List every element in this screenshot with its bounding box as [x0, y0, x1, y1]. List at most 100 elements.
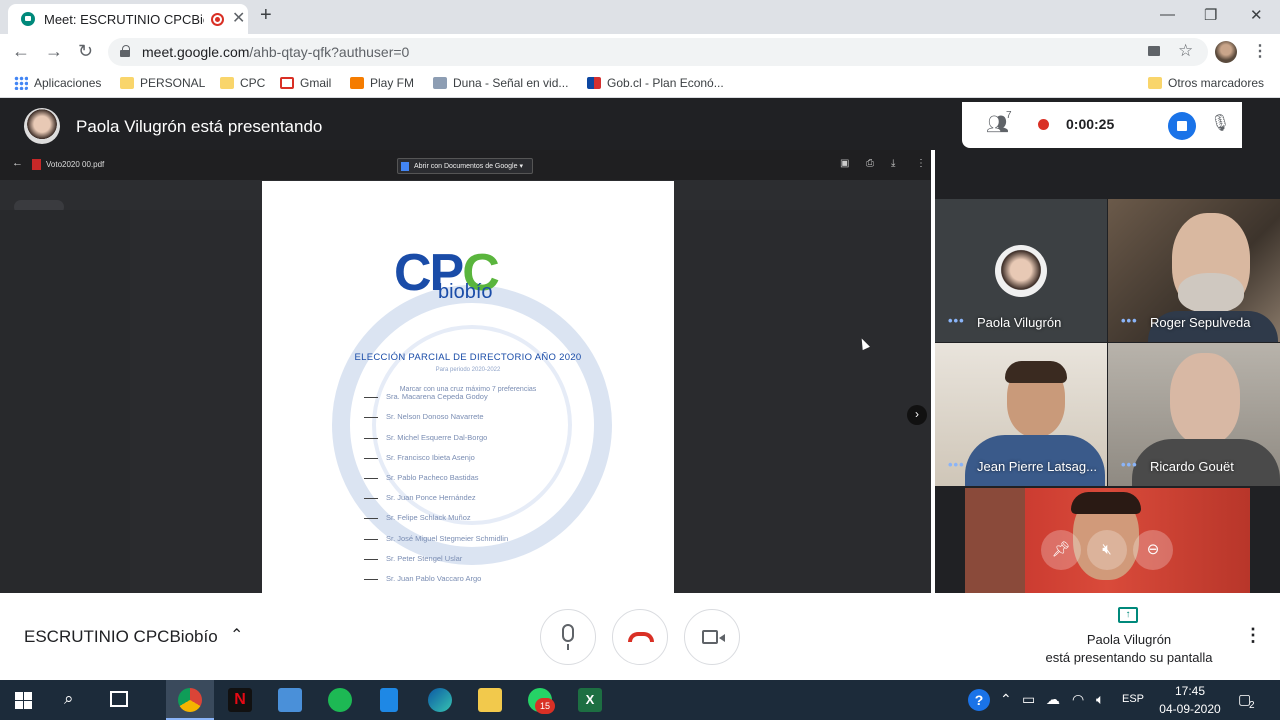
drive-file-list	[130, 210, 262, 593]
battery-icon[interactable]: ▭	[1022, 691, 1035, 708]
meet-favicon-icon	[21, 12, 35, 26]
candidate-item: Sr. Michel Esquerre Dal-Borgo	[363, 433, 488, 442]
microphone-icon[interactable]: 🎙︎	[1210, 113, 1230, 133]
candidate-item: Sr. Peter Stengel Uslar	[363, 554, 463, 563]
volume-icon[interactable]: 🔈︎	[1096, 691, 1104, 708]
participant-video-hair	[1071, 492, 1141, 514]
mute-icon[interactable]: 🔇︎	[1087, 530, 1127, 570]
folder-icon	[1148, 77, 1162, 89]
notification-count: 2	[1249, 700, 1255, 711]
minimize-window-icon[interactable]: —	[1160, 6, 1175, 23]
chevron-up-icon[interactable]: ⌃	[1000, 691, 1012, 708]
camera-button[interactable]	[684, 609, 740, 665]
download-icon: ⤓	[891, 158, 896, 169]
candidate-item: Sra. Macarena Cepeda Godoy	[364, 392, 488, 401]
app-icon[interactable]	[278, 688, 302, 712]
task-view-icon[interactable]	[110, 691, 128, 707]
candidate-item: Sr. Juan Ponce Hernández	[364, 493, 476, 502]
clock-date[interactable]: 04-09-2020	[1152, 702, 1228, 716]
hang-up-button[interactable]	[612, 609, 668, 665]
bookmark-star-icon[interactable]: ☆	[1178, 41, 1193, 61]
microphone-button[interactable]	[540, 609, 596, 665]
forward-arrow-icon[interactable]: →	[45, 41, 63, 62]
participant-tile[interactable]: ••• Ricardo Gouët	[1108, 343, 1280, 486]
search-icon[interactable]: ⌕	[64, 689, 74, 709]
participant-tile[interactable]: ••• Roger Sepulveda	[1108, 199, 1280, 342]
chevron-up-icon[interactable]: ⌃	[230, 625, 243, 645]
close-tab-icon[interactable]: ✕	[232, 8, 245, 28]
self-view-tile[interactable]: 📌︎ 🔇︎ ⊖	[965, 488, 1250, 593]
ballot-period: Para periodo 2020-2022	[435, 367, 501, 373]
address-bar[interactable]: meet.google.com/ahb-qtay-qfk?authuser=0 …	[108, 38, 1208, 66]
pin-icon[interactable]: 📌︎	[1041, 530, 1081, 570]
browser-toolbar: ← → ↻ meet.google.com/ahb-qtay-qfk?authu…	[0, 34, 1280, 70]
drive-viewer-toolbar: ← Voto2020 00.pdf Abrir con Documentos d…	[0, 150, 933, 180]
audio-indicator-icon: •••	[948, 313, 965, 328]
participant-name: Ricardo Gouët	[1150, 459, 1234, 474]
bookmarks-bar: Aplicaciones PERSONAL CPC Gmail Play FM …	[0, 70, 1280, 98]
participant-tile[interactable]: ••• Paola Vilugrón	[935, 199, 1107, 342]
spotify-icon[interactable]	[328, 688, 352, 712]
participant-tile[interactable]: ••• Jean Pierre Latsag...	[935, 343, 1107, 486]
excel-icon[interactable]: X	[578, 688, 602, 712]
meeting-status-panel: 👥︎ 7 0:00:25 🎙︎	[962, 102, 1242, 148]
lock-icon	[120, 45, 130, 57]
restore-window-icon[interactable]: ❐	[1204, 6, 1217, 24]
cpc-logo-sub: biobío	[438, 281, 493, 303]
more-options-icon[interactable]: ⋮	[1244, 625, 1262, 646]
bookmark-playfm[interactable]: Play FM	[350, 76, 414, 90]
bookmark-gobcl[interactable]: Gob.cl - Plan Econó...	[587, 76, 724, 90]
chrome-icon[interactable]	[178, 688, 202, 712]
comment-icon: ▣	[840, 158, 850, 169]
candidate-item: Sr. Felipe Schlack Muñoz	[364, 513, 471, 522]
onedrive-icon[interactable]: ☁	[1046, 691, 1060, 708]
next-page-icon: ›	[907, 405, 927, 425]
remove-icon[interactable]: ⊖	[1133, 530, 1173, 570]
bookmark-personal[interactable]: PERSONAL	[120, 76, 205, 90]
camera-icon	[702, 630, 725, 644]
bookmark-gmail[interactable]: Gmail	[280, 76, 331, 90]
bookmark-apps[interactable]: Aplicaciones	[14, 76, 101, 90]
candidate-item: Sr. Juan Pablo Vaccaro Argo	[363, 574, 482, 583]
present-screen-icon[interactable]: ↑	[1118, 607, 1138, 623]
bookmark-other[interactable]: Otros marcadores	[1148, 76, 1264, 90]
wifi-icon[interactable]: ◠	[1072, 691, 1084, 708]
file-explorer-icon[interactable]	[478, 688, 502, 712]
shared-screen: ← Voto2020 00.pdf Abrir con Documentos d…	[0, 150, 933, 593]
open-with-docs-button: Abrir con Documentos de Google ▾	[397, 158, 533, 174]
participant-count: 7	[1006, 110, 1012, 121]
windows-start-icon[interactable]	[15, 692, 32, 709]
playfm-icon	[350, 77, 364, 89]
edge-icon[interactable]	[428, 688, 452, 712]
pdf-icon	[32, 159, 41, 170]
folder-icon	[220, 77, 234, 89]
document-app-icon[interactable]	[380, 688, 398, 712]
back-arrow-icon[interactable]: ←	[12, 41, 30, 62]
gmail-icon	[280, 77, 294, 89]
presenting-name: Paola Vilugrón	[1086, 632, 1172, 647]
new-tab-button[interactable]: +	[260, 4, 272, 27]
netflix-icon[interactable]: N	[228, 688, 252, 712]
participant-video-hair	[1005, 361, 1067, 383]
recording-indicator-icon	[211, 13, 224, 26]
reload-icon[interactable]: ↻	[78, 41, 93, 62]
browser-tab-meet[interactable]: Meet: ESCRUTINIO CPCBiobío ✕	[8, 4, 248, 34]
input-language[interactable]: ESP	[1122, 693, 1144, 705]
close-window-icon[interactable]: ✕	[1250, 6, 1263, 24]
camera-in-use-icon[interactable]	[1148, 46, 1160, 56]
meeting-name[interactable]: ESCRUTINIO CPCBiobío	[24, 627, 218, 647]
presenter-avatar	[24, 108, 60, 144]
bookmark-cpc[interactable]: CPC	[220, 76, 265, 90]
browser-menu-icon[interactable]: ⋮	[1252, 41, 1268, 61]
help-icon[interactable]: ?	[968, 689, 990, 711]
drive-file-list-right	[674, 210, 931, 593]
bookmark-duna[interactable]: Duna - Señal en vid...	[433, 76, 568, 90]
clock-time[interactable]: 17:45	[1160, 684, 1220, 698]
stop-recording-button[interactable]	[1168, 112, 1196, 140]
profile-avatar[interactable]	[1215, 41, 1237, 63]
more-icon: ⋮	[916, 158, 926, 169]
candidate-item: Sr. Francisco Ibieta Asenjo	[364, 453, 475, 462]
candidate-item: Sr. Pablo Pacheco Bastidas	[364, 473, 479, 482]
url-text: meet.google.com/ahb-qtay-qfk?authuser=0	[142, 44, 410, 60]
duna-icon	[433, 77, 447, 89]
